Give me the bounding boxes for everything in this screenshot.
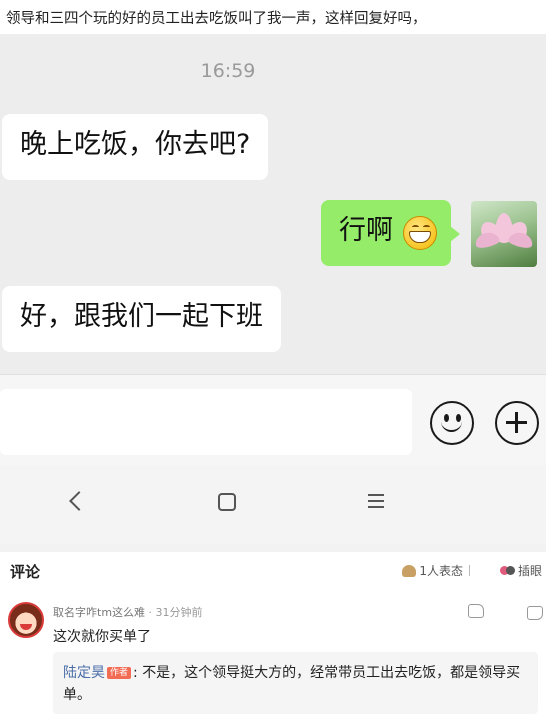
commenter-name[interactable]: 取名字咋tm这么难 — [53, 606, 145, 619]
reactions-button[interactable]: 1人表态 — [402, 562, 476, 579]
insert-label: 插眼 — [517, 564, 542, 578]
chat-input-bar — [0, 374, 546, 466]
author-badge: 作者 — [107, 667, 132, 679]
grinning-face-icon — [403, 216, 437, 250]
chat-timestamp: 16:59 — [200, 60, 256, 82]
chat-bubble-outgoing: 行啊 — [321, 200, 460, 266]
separator — [469, 565, 470, 576]
message-text: 晚上吃饭，你去吧? — [20, 129, 251, 160]
comments-title: 评论 — [10, 563, 41, 581]
chat-screenshot: 16:59 晚上吃饭，你去吧? 行啊 好，跟我们一起下班 — [0, 34, 546, 374]
comment-text: 这次就你买单了 — [53, 629, 151, 645]
message-text: 好，跟我们一起下班 — [20, 301, 263, 332]
comment-time: 31分钟前 — [155, 606, 203, 619]
smiley-icon[interactable] — [430, 401, 474, 445]
back-icon[interactable] — [69, 491, 89, 511]
chat-bubble-incoming: 好，跟我们一起下班 — [2, 286, 281, 352]
plus-circle-icon[interactable] — [495, 401, 539, 445]
insert-eye-button[interactable]: 插眼 — [499, 562, 542, 579]
reaction-icon — [402, 565, 417, 577]
system-nav-bar — [0, 466, 546, 544]
menu-icon[interactable] — [368, 494, 384, 512]
avatar[interactable] — [8, 602, 44, 638]
eye-mark-icon — [499, 565, 516, 577]
comment-meta: 取名字咋tm这么难 · 31分钟前 — [53, 606, 203, 619]
comment-item: 取名字咋tm这么难 · 31分钟前 这次就你买单了 陆定昊 作者: 不是，这个领导… — [0, 596, 546, 723]
lotus-avatar-icon[interactable] — [471, 201, 537, 267]
message-input[interactable] — [0, 389, 412, 455]
reply-text: 不是，这个领导挺大方的，经常带员工出去吃饭，都是领导买单。 — [63, 665, 521, 703]
post-title: 领导和三四个玩的好的员工出去吃饭叫了我一声，这样回复好吗， — [6, 11, 427, 27]
reply-box[interactable]: 陆定昊 作者: 不是，这个领导挺大方的，经常带员工出去吃饭，都是领导买单。 — [53, 652, 538, 714]
reply-author[interactable]: 陆定昊 — [63, 665, 105, 681]
thumbs-up-icon[interactable] — [468, 604, 484, 618]
message-text: 行啊 — [339, 215, 393, 246]
comments-header: 评论 1人表态 插眼 — [0, 552, 546, 588]
section-divider — [0, 544, 546, 552]
thumbs-down-icon[interactable] — [527, 606, 543, 620]
reactions-count: 1人表态 — [419, 564, 463, 578]
chat-bubble-incoming: 晚上吃饭，你去吧? — [2, 114, 269, 180]
home-icon[interactable] — [218, 493, 236, 511]
